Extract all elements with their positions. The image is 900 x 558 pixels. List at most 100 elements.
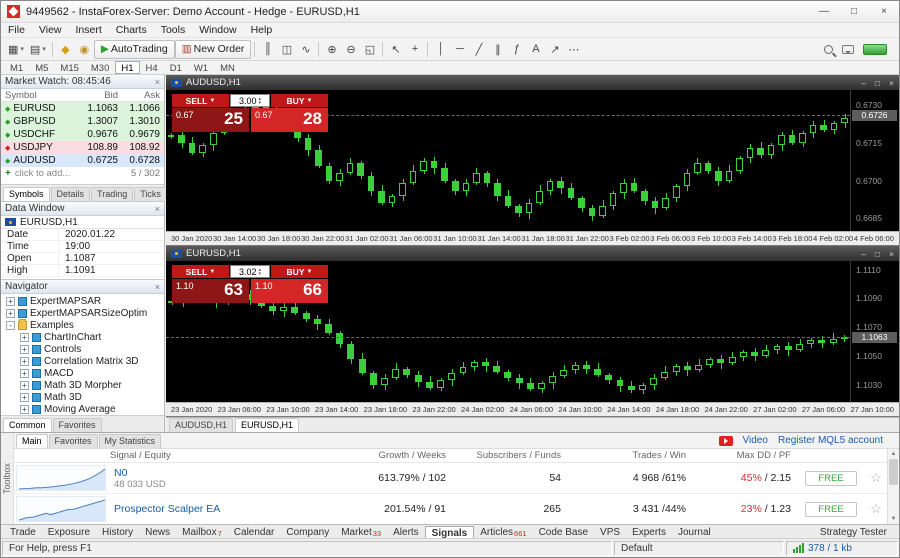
bar-chart-button[interactable]: ║ bbox=[258, 40, 277, 59]
horizontal-line-button[interactable]: ─ bbox=[450, 40, 469, 59]
timeframe-w1[interactable]: W1 bbox=[188, 61, 214, 74]
lot-size-input[interactable]: 3.00▴▾ bbox=[230, 94, 270, 107]
arrow-tool-button[interactable]: ↗ bbox=[545, 40, 564, 59]
trendline-button[interactable]: ╱ bbox=[469, 40, 488, 59]
market-watch-tab-details[interactable]: Details bbox=[51, 187, 91, 201]
navigator-item-chartinchart[interactable]: +ChartInChart bbox=[1, 331, 164, 343]
market-watch-row-usdchf[interactable]: ◆USDCHF0.96760.9679 bbox=[1, 128, 164, 141]
signal-row[interactable]: N048 033 USD613.79% / 102544 968 /61%45%… bbox=[14, 463, 887, 494]
scroll-down-icon[interactable]: ▼ bbox=[888, 516, 899, 522]
new-order-button[interactable]: ▥New Order bbox=[175, 40, 252, 59]
toolbox-tab-my-statistics[interactable]: My Statistics bbox=[99, 434, 162, 448]
signal-row[interactable]: Prospector Scalper EA201.54% / 912653 43… bbox=[14, 494, 887, 525]
strategy-tester-label[interactable]: Strategy Tester bbox=[820, 527, 899, 538]
navigator-item-expertmapsar[interactable]: +ExpertMAPSAR bbox=[1, 295, 164, 307]
candle-chart-button[interactable]: ◫ bbox=[277, 40, 296, 59]
navigator-tab-common[interactable]: Common bbox=[3, 418, 52, 432]
buy-button[interactable]: BUY▼ bbox=[271, 94, 328, 107]
video-icon[interactable] bbox=[719, 436, 733, 446]
register-mql5-link[interactable]: Register MQL5 account bbox=[778, 435, 883, 446]
market-watch-tab-trading[interactable]: Trading bbox=[91, 187, 133, 201]
chat-icon[interactable] bbox=[842, 45, 854, 54]
navigator-item-expertmapsarsizeoptim[interactable]: +ExpertMAPSARSizeOptim bbox=[1, 307, 164, 319]
menu-item-view[interactable]: View bbox=[32, 24, 69, 36]
buy-price-button[interactable]: 1.1066 bbox=[251, 279, 328, 303]
chart-titlebar[interactable]: EURUSD,H1–□× bbox=[166, 246, 899, 261]
timeframe-m30[interactable]: M30 bbox=[85, 61, 115, 74]
maximize-icon[interactable]: □ bbox=[839, 1, 869, 22]
tree-expander-icon[interactable]: + bbox=[20, 405, 29, 414]
vertical-line-button[interactable]: │ bbox=[431, 40, 450, 59]
navigator-item-macd[interactable]: +MACD bbox=[1, 367, 164, 379]
tree-expander-icon[interactable]: + bbox=[20, 393, 29, 402]
status-profile[interactable]: Default bbox=[614, 541, 784, 556]
autotrading-button[interactable]: ▶AutoTrading bbox=[94, 40, 175, 59]
market-button[interactable]: ◉ bbox=[75, 40, 94, 59]
lot-size-input[interactable]: 3.02▴▾ bbox=[230, 265, 270, 278]
tree-expander-icon[interactable]: - bbox=[6, 321, 15, 330]
search-icon[interactable] bbox=[824, 45, 833, 54]
market-watch-tab-symbols[interactable]: Symbols bbox=[3, 187, 50, 201]
navigator-item-math-3d[interactable]: +Math 3D bbox=[1, 391, 164, 403]
text-button[interactable]: A bbox=[526, 40, 545, 59]
market-watch-row-eurusd[interactable]: ◆EURUSD1.10631.1066 bbox=[1, 102, 164, 115]
navigator-close-icon[interactable]: × bbox=[155, 282, 160, 292]
sell-price-button[interactable]: 1.1063 bbox=[172, 279, 249, 303]
tree-expander-icon[interactable]: + bbox=[20, 357, 29, 366]
tree-expander-icon[interactable]: + bbox=[6, 297, 15, 306]
menu-item-tools[interactable]: Tools bbox=[154, 24, 193, 36]
menu-item-charts[interactable]: Charts bbox=[109, 24, 154, 36]
new-chart-button[interactable]: ▦▾ bbox=[5, 40, 27, 59]
chart-tab-eurusd-h1[interactable]: EURUSD,H1 bbox=[235, 418, 299, 432]
zoom-in-button[interactable]: ⊕ bbox=[322, 40, 341, 59]
menu-item-file[interactable]: File bbox=[1, 24, 32, 36]
zoom-out-button[interactable]: ⊖ bbox=[341, 40, 360, 59]
fibonacci-button[interactable]: ƒ bbox=[507, 40, 526, 59]
market-watch-tab-ticks[interactable]: Ticks bbox=[134, 187, 167, 201]
chart-minimize-icon[interactable]: – bbox=[861, 249, 866, 259]
tree-expander-icon[interactable]: + bbox=[20, 369, 29, 378]
data-window-close-icon[interactable]: × bbox=[155, 204, 160, 214]
scroll-up-icon[interactable]: ▲ bbox=[888, 451, 899, 457]
chart-plot[interactable]: SELL▼3.02▴▾BUY▼1.10631.1066 bbox=[166, 261, 851, 402]
sell-price-button[interactable]: 0.6725 bbox=[172, 108, 249, 132]
market-watch-row-audusd[interactable]: ◆AUDUSD0.67250.6728 bbox=[1, 154, 164, 167]
favorite-star-icon[interactable]: ☆ bbox=[863, 501, 889, 517]
timeframe-m15[interactable]: M15 bbox=[54, 61, 84, 74]
chart-maximize-icon[interactable]: □ bbox=[875, 78, 880, 88]
navigator-tab-favorites[interactable]: Favorites bbox=[53, 418, 102, 432]
chart-plot[interactable]: SELL▼3.00▴▾BUY▼ 0.67250.6728 bbox=[166, 90, 851, 231]
chart-maximize-icon[interactable]: □ bbox=[875, 249, 880, 259]
timeframe-mn[interactable]: MN bbox=[214, 61, 241, 74]
chart-titlebar[interactable]: AUDUSD,H1–□× bbox=[166, 75, 899, 90]
timeframe-d1[interactable]: D1 bbox=[164, 61, 188, 74]
profiles-button[interactable]: ▤▾ bbox=[27, 40, 49, 59]
navigator-item-controls[interactable]: +Controls bbox=[1, 343, 164, 355]
tile-windows-button[interactable]: ◱ bbox=[360, 40, 379, 59]
navigator-item-examples[interactable]: -Examples bbox=[1, 319, 164, 331]
chart-tab-audusd-h1[interactable]: AUDUSD,H1 bbox=[169, 418, 233, 432]
toolbox-scrollbar[interactable]: ▲ ▼ bbox=[887, 449, 899, 524]
close-icon[interactable]: × bbox=[869, 1, 899, 22]
crosshair-button[interactable]: + bbox=[405, 40, 424, 59]
buy-price-button[interactable]: 0.6728 bbox=[251, 108, 328, 132]
menu-item-window[interactable]: Window bbox=[192, 24, 243, 36]
more-tools-button[interactable]: ⋯ bbox=[564, 40, 583, 59]
sell-button[interactable]: SELL▼ bbox=[172, 265, 229, 278]
timeframe-h4[interactable]: H4 bbox=[140, 61, 164, 74]
free-price-button[interactable]: FREE bbox=[805, 502, 856, 517]
sell-button[interactable]: SELL▼ bbox=[172, 94, 229, 107]
cursor-button[interactable]: ↖ bbox=[386, 40, 405, 59]
chart-close-icon[interactable]: × bbox=[889, 249, 894, 259]
line-chart-button[interactable]: ∿ bbox=[296, 40, 315, 59]
market-watch-row-usdjpy[interactable]: ◆USDJPY108.89108.92 bbox=[1, 141, 164, 154]
tree-expander-icon[interactable]: + bbox=[20, 333, 29, 342]
timeframe-m5[interactable]: M5 bbox=[29, 61, 54, 74]
navigator-item-math-3d-morpher[interactable]: +Math 3D Morpher bbox=[1, 379, 164, 391]
market-watch-close-icon[interactable]: × bbox=[155, 77, 160, 87]
minimize-icon[interactable]: — bbox=[809, 1, 839, 22]
timeframe-m1[interactable]: M1 bbox=[4, 61, 29, 74]
tree-expander-icon[interactable]: + bbox=[20, 381, 29, 390]
navigator-item-correlation-matrix-3d[interactable]: +Correlation Matrix 3D bbox=[1, 355, 164, 367]
market-watch-row-gbpusd[interactable]: ◆GBPUSD1.30071.3010 bbox=[1, 115, 164, 128]
